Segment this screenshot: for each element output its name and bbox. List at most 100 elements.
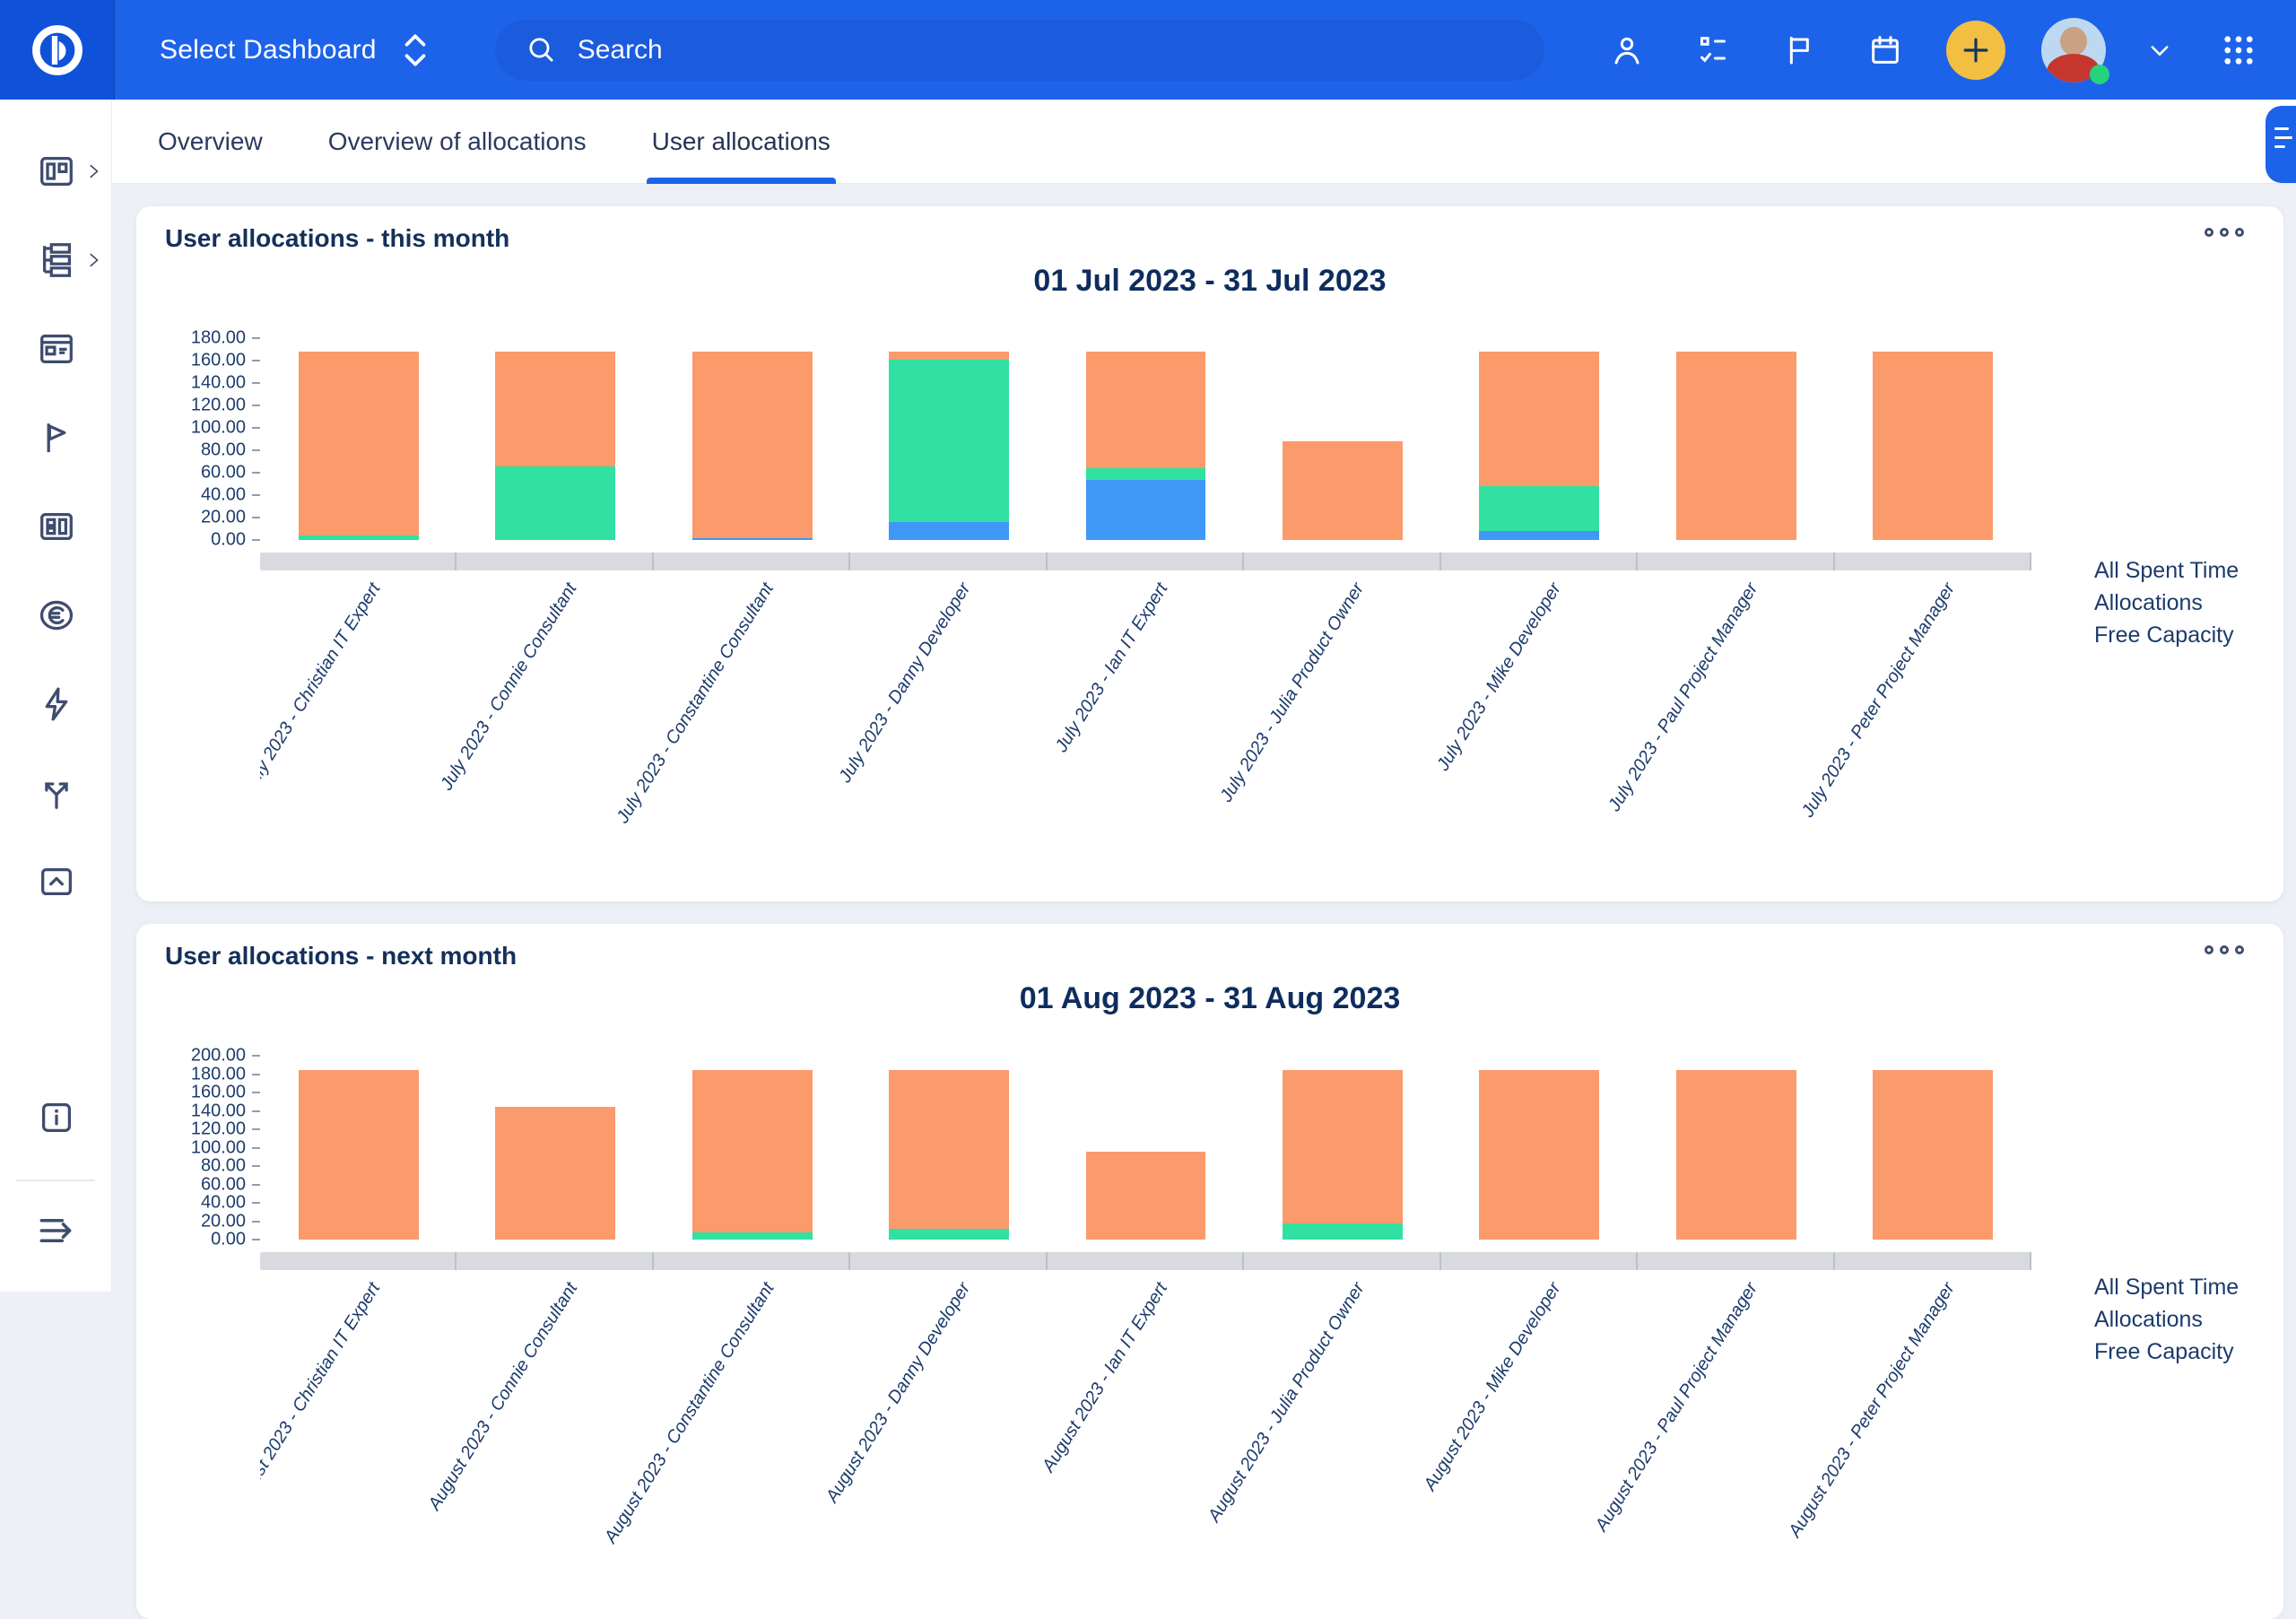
legend-item-free-capacity[interactable]: Free Capacity [2094, 1336, 2254, 1368]
bar-segment-free-capacity[interactable] [1479, 352, 1599, 486]
sidebar-item-milestones[interactable] [0, 393, 112, 482]
y-tick-label: 140.00 [191, 373, 246, 394]
sidebar-item-projects[interactable] [0, 304, 112, 393]
bar-segment-free-capacity[interactable] [1086, 352, 1206, 468]
chevron-up-down-icon [400, 30, 430, 70]
sidebar-item-boards[interactable] [0, 482, 112, 570]
flag-icon[interactable] [1774, 25, 1824, 75]
bar-1[interactable] [299, 1070, 419, 1240]
bar-segment-all-spent-time[interactable] [1479, 531, 1599, 540]
bar-segment-free-capacity[interactable] [692, 352, 813, 538]
bar-9[interactable] [1873, 1070, 1993, 1240]
sidebar-item-money[interactable] [0, 570, 112, 659]
bar-3[interactable] [692, 1070, 813, 1240]
legend-item-all-spent-time[interactable]: All Spent Time [2094, 1271, 2254, 1303]
app-logo[interactable] [0, 0, 115, 100]
bar-segment-free-capacity[interactable] [889, 1070, 1009, 1228]
account-chevron-down-icon[interactable] [2142, 25, 2178, 75]
bar-8[interactable] [1676, 352, 1796, 540]
bar-segment-allocations[interactable] [1086, 468, 1206, 480]
bar-segment-free-capacity[interactable] [495, 1107, 615, 1240]
bar-8[interactable] [1676, 1070, 1796, 1240]
x-scrollbar[interactable] [260, 553, 2031, 570]
bar-segment-all-spent-time[interactable] [889, 522, 1009, 540]
filters-edge-tab[interactable] [2266, 106, 2296, 183]
sidebar-item-workflow[interactable] [0, 748, 112, 837]
bar-segment-free-capacity[interactable] [1283, 441, 1403, 540]
bar-segment-free-capacity[interactable] [1873, 1070, 1993, 1240]
bar-6[interactable] [1283, 1070, 1403, 1240]
bar-segment-allocations[interactable] [299, 535, 419, 540]
bar-5[interactable] [1086, 1152, 1206, 1240]
y-tick-label: 0.00 [211, 1230, 246, 1250]
bar-segment-allocations[interactable] [692, 1232, 813, 1240]
bar-segment-free-capacity[interactable] [1676, 352, 1796, 540]
sidebar-item-archive[interactable] [0, 837, 112, 926]
bar-segment-all-spent-time[interactable] [1086, 480, 1206, 541]
bar-2[interactable] [495, 352, 615, 540]
bar-segment-allocations[interactable] [495, 466, 615, 541]
bar-segment-free-capacity[interactable] [1676, 1070, 1796, 1240]
bar-3[interactable] [692, 352, 813, 540]
sidebar-item-info[interactable] [0, 1097, 112, 1138]
calendar-icon[interactable] [1860, 25, 1910, 75]
legend-item-all-spent-time[interactable]: All Spent Time [2094, 554, 2254, 587]
sidebar-item-quick-actions[interactable] [0, 659, 112, 748]
bar-segment-allocations[interactable] [1283, 1223, 1403, 1240]
tab-user-allocations[interactable]: User allocations [652, 100, 831, 184]
y-axis: 180.00160.00140.00120.00100.0080.0060.00… [165, 338, 260, 540]
collapse-menu-button[interactable] [0, 1208, 112, 1253]
bar-4[interactable] [889, 1070, 1009, 1240]
legend-item-free-capacity[interactable]: Free Capacity [2094, 619, 2254, 651]
add-button[interactable] [1946, 21, 2005, 80]
search-input[interactable]: Search [495, 20, 1544, 81]
x-category-label: July 2023 - Connie Consultant [437, 579, 581, 794]
x-category-label: July 2023 - Julia Product Owner [1217, 579, 1370, 806]
legend-item-allocations[interactable]: Allocations [2094, 587, 2254, 619]
bar-segment-free-capacity[interactable] [1086, 1152, 1206, 1240]
bar-segment-free-capacity[interactable] [299, 1070, 419, 1240]
x-category-label: July 2023 - Paul Project Manager [1605, 579, 1762, 815]
panel-menu-button[interactable] [2205, 945, 2244, 954]
left-sidebar [0, 100, 112, 1292]
bar-5[interactable] [1086, 352, 1206, 540]
sidebar-item-hierarchy[interactable] [0, 215, 112, 304]
sidebar-item-dashboards[interactable] [0, 126, 112, 215]
bar-segment-free-capacity[interactable] [299, 352, 419, 535]
user-icon[interactable] [1602, 25, 1652, 75]
bar-segment-allocations[interactable] [1479, 486, 1599, 531]
x-category-label: July 2023 - Ian IT Expert [1051, 579, 1172, 756]
bar-segment-free-capacity[interactable] [692, 1070, 813, 1232]
bar-1[interactable] [299, 352, 419, 540]
bar-segment-free-capacity[interactable] [495, 352, 615, 466]
tab-overview[interactable]: Overview [158, 100, 263, 184]
y-tick-mark [252, 517, 260, 518]
panel-menu-button[interactable] [2205, 228, 2244, 237]
bar-segment-free-capacity[interactable] [1283, 1070, 1403, 1223]
bar-segment-allocations[interactable] [889, 1229, 1009, 1240]
bar-9[interactable] [1873, 352, 1993, 540]
bar-plot-area [260, 1056, 2031, 1240]
user-avatar[interactable] [2041, 18, 2106, 83]
bar-7[interactable] [1479, 352, 1599, 540]
bar-segment-free-capacity[interactable] [1873, 352, 1993, 540]
bar-segment-free-capacity[interactable] [889, 352, 1009, 360]
bar-2[interactable] [495, 1107, 615, 1240]
dashboard-selector[interactable]: Select Dashboard [160, 30, 430, 70]
y-tick-mark [252, 1165, 260, 1167]
bar-segment-free-capacity[interactable] [1479, 1070, 1599, 1240]
bar-6[interactable] [1283, 441, 1403, 540]
apps-grid-icon[interactable] [2213, 25, 2264, 75]
bar-4[interactable] [889, 352, 1009, 540]
y-tick-mark [252, 337, 260, 339]
legend-item-allocations[interactable]: Allocations [2094, 1303, 2254, 1336]
x-scrollbar[interactable] [260, 1252, 2031, 1270]
bar-segment-allocations[interactable] [889, 360, 1009, 522]
tab-overview-of-allocations[interactable]: Overview of allocations [328, 100, 587, 184]
panels-icon [36, 506, 77, 547]
bar-7[interactable] [1479, 1070, 1599, 1240]
x-category-label: August 2023 - Paul Project Manager [1592, 1279, 1762, 1536]
x-axis-labels: August 2023 - Christian IT ExpertAugust … [260, 1270, 2031, 1591]
bar-segment-all-spent-time[interactable] [692, 538, 813, 541]
checklist-icon[interactable] [1688, 25, 1738, 75]
